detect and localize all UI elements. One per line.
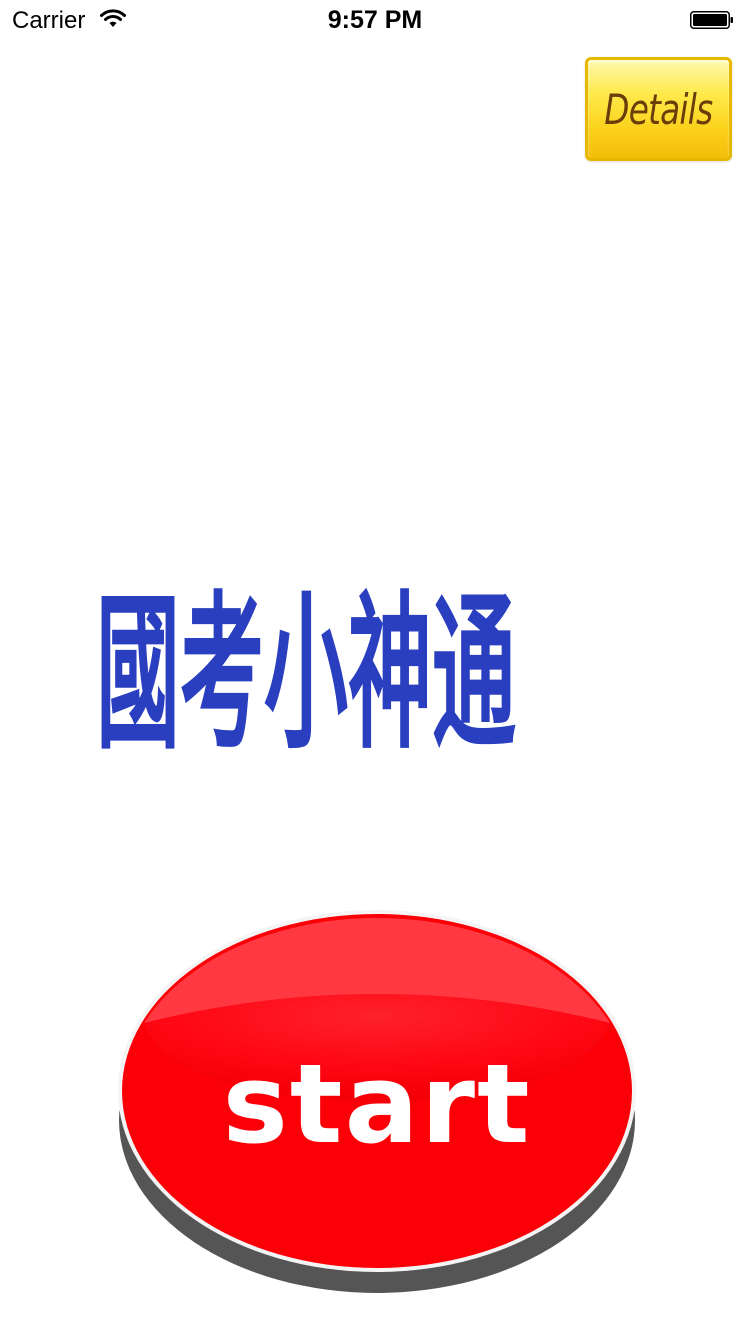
details-button[interactable]: Details [585,57,732,161]
details-button-label: Details [604,84,713,134]
status-bar: Carrier 9:57 PM [0,0,750,40]
app-title: 國考小神通 [96,574,517,772]
start-button[interactable]: start [112,905,642,1300]
clock-time: 9:57 PM [327,6,423,34]
battery-icon [690,11,734,29]
start-button-label: start [222,1040,532,1168]
